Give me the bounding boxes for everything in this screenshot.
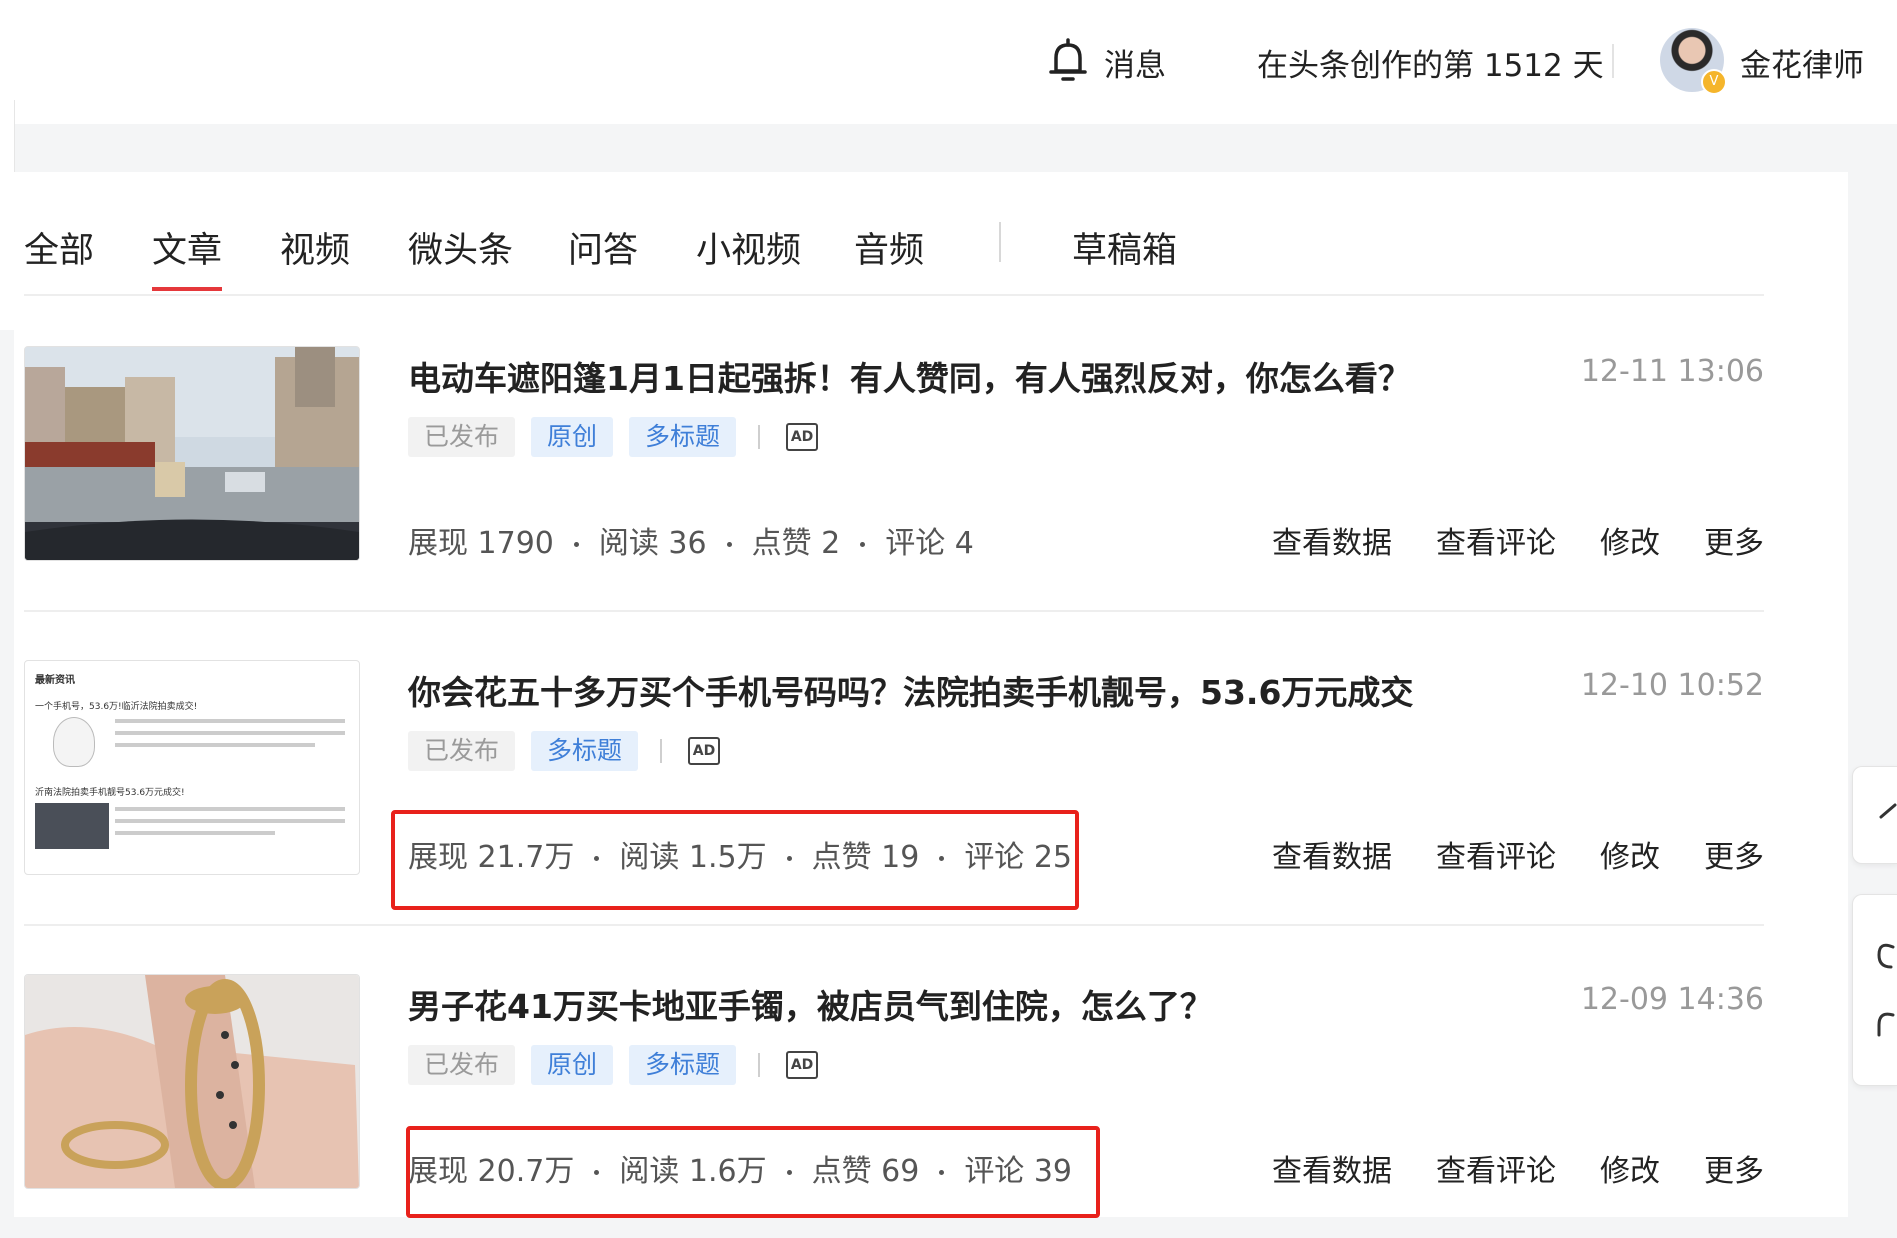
more-button[interactable]: 更多 <box>1704 840 1764 875</box>
thumb-text-line <box>115 807 345 811</box>
article-row: 最新资讯 一个手机号，53.6万!临沂法院拍卖成交! 沂南法院拍卖手机靓号53.… <box>24 610 1764 926</box>
article-date: 12-10 10:52 <box>1580 668 1764 703</box>
status-badge: 已发布 <box>408 1045 516 1085</box>
tab-drafts[interactable]: 草稿箱 <box>1072 222 1177 273</box>
edit-button[interactable]: 修改 <box>1600 1154 1660 1189</box>
stat-likes: 点赞 2 <box>751 526 841 561</box>
article-thumbnail[interactable]: 最新资讯 一个手机号，53.6万!临沂法院拍卖成交! 沂南法院拍卖手机靓号53.… <box>24 660 360 875</box>
article-title[interactable]: 你会花五十多万买个手机号码吗？法院拍卖手机靓号，53.6万元成交 <box>408 666 1413 714</box>
original-badge: 原创 <box>531 417 614 457</box>
court-photo-image <box>35 803 109 849</box>
view-comments-button[interactable]: 查看评论 <box>1436 1154 1556 1189</box>
back-to-top-button[interactable] <box>1852 766 1897 864</box>
ad-icon: AD <box>688 737 721 765</box>
thumb-text-line <box>115 819 345 823</box>
more-button[interactable]: 更多 <box>1704 526 1764 561</box>
bracelet-photo-image <box>25 975 359 1188</box>
multi-title-badge: 多标题 <box>629 417 737 457</box>
ad-icon: AD <box>786 423 819 451</box>
stat-separator <box>860 542 866 547</box>
thumb-heading: 最新资讯 <box>35 675 75 686</box>
article-date: 12-09 14:36 <box>1580 982 1764 1017</box>
article-row: 电动车遮阳篷1月1日起强拆！有人赞同，有人强烈反对，你怎么看？ 12-11 13… <box>24 296 1764 612</box>
thumb-line: 一个手机号，53.6万!临沂法院拍卖成交! <box>35 702 198 712</box>
tag-divider <box>758 425 761 449</box>
tag-divider <box>758 1053 761 1077</box>
article-thumbnail[interactable] <box>24 974 360 1189</box>
stat-separator <box>726 542 732 547</box>
highlight-box <box>406 1126 1100 1218</box>
left-sidebar-edge <box>0 100 15 330</box>
thumb-text-line <box>115 743 315 747</box>
view-data-button[interactable]: 查看数据 <box>1272 840 1392 875</box>
arrow-up-icon <box>1879 803 1897 819</box>
view-data-button[interactable]: 查看数据 <box>1272 1154 1392 1189</box>
article-actions: 查看数据 查看评论 修改 更多 <box>1228 832 1764 876</box>
multi-title-badge: 多标题 <box>531 731 639 771</box>
article-thumbnail[interactable] <box>24 346 360 561</box>
article-tags: 已发布 原创 多标题 AD <box>408 416 819 458</box>
highlight-box <box>391 810 1079 910</box>
stat-reads: 阅读 36 <box>598 526 707 561</box>
view-data-button[interactable]: 查看数据 <box>1272 526 1392 561</box>
username[interactable]: 金花律师 <box>1740 40 1864 85</box>
status-badge: 已发布 <box>408 417 516 457</box>
bell-icon[interactable] <box>1048 38 1088 84</box>
avatar[interactable]: V <box>1660 28 1727 95</box>
article-date: 12-11 13:06 <box>1580 354 1764 389</box>
tag-divider <box>660 739 663 763</box>
message-link[interactable]: 消息 <box>1104 40 1166 85</box>
tab-qa[interactable]: 问答 <box>568 222 638 273</box>
header-divider <box>1612 44 1614 78</box>
creation-days-text: 在头条创作的第 1512 天 <box>1257 48 1604 84</box>
tab-articles[interactable]: 文章 <box>152 222 223 291</box>
article-actions: 查看数据 查看评论 修改 更多 <box>1228 1146 1764 1190</box>
more-button[interactable]: 更多 <box>1704 1154 1764 1189</box>
article-stats: 展现 1790 阅读 36 点赞 2 评论 4 <box>408 518 974 562</box>
edit-button[interactable]: 修改 <box>1600 840 1660 875</box>
thumb-text-line <box>115 731 345 735</box>
chat-icon <box>1877 943 1895 1037</box>
original-badge: 原创 <box>531 1045 614 1085</box>
tab-bar: 全部 文章 视频 微头条 问答 小视频 音频 草稿箱 <box>24 222 1764 296</box>
view-comments-button[interactable]: 查看评论 <box>1436 526 1556 561</box>
tab-micro-headline[interactable]: 微头条 <box>408 222 513 273</box>
article-title[interactable]: 男子花41万买卡地亚手镯，被店员气到住院，怎么了？ <box>408 980 1213 1028</box>
help-panel[interactable] <box>1852 894 1897 1086</box>
status-badge: 已发布 <box>408 731 516 771</box>
verified-badge-icon: V <box>1701 69 1727 95</box>
top-bar: 消息 在头条创作的第 1512 天 V 金花律师 <box>0 0 1897 124</box>
thumb-line: 沂南法院拍卖手机靓号53.6万元成交! <box>35 788 185 798</box>
stat-separator <box>573 542 579 547</box>
tab-divider <box>999 222 1001 262</box>
content-card: 全部 文章 视频 微头条 问答 小视频 音频 草稿箱 电动车遮阳篷1月1日起强拆… <box>14 172 1848 1218</box>
tab-audio[interactable]: 音频 <box>854 222 924 273</box>
edit-button[interactable]: 修改 <box>1600 526 1660 561</box>
article-title[interactable]: 电动车遮阳篷1月1日起强拆！有人赞同，有人强烈反对，你怎么看？ <box>408 352 1411 400</box>
thumb-text-line <box>115 831 275 835</box>
view-comments-button[interactable]: 查看评论 <box>1436 840 1556 875</box>
thumb-text-line <box>115 719 345 723</box>
article-tags: 已发布 原创 多标题 AD <box>408 1044 819 1086</box>
tab-short-video[interactable]: 小视频 <box>696 222 801 273</box>
tab-video[interactable]: 视频 <box>280 222 350 273</box>
rabbit-icon <box>53 717 95 767</box>
multi-title-badge: 多标题 <box>629 1045 737 1085</box>
article-row: 男子花41万买卡地亚手镯，被店员气到住院，怎么了？ 12-09 14:36 已发… <box>24 924 1764 1238</box>
article-actions: 查看数据 查看评论 修改 更多 <box>1228 518 1764 562</box>
tab-all[interactable]: 全部 <box>24 222 94 273</box>
article-tags: 已发布 多标题 AD <box>408 730 721 772</box>
street-scene-image <box>25 347 359 560</box>
ad-icon: AD <box>786 1051 819 1079</box>
stat-comments: 评论 4 <box>885 526 974 561</box>
stat-impressions: 展现 1790 <box>408 526 554 561</box>
